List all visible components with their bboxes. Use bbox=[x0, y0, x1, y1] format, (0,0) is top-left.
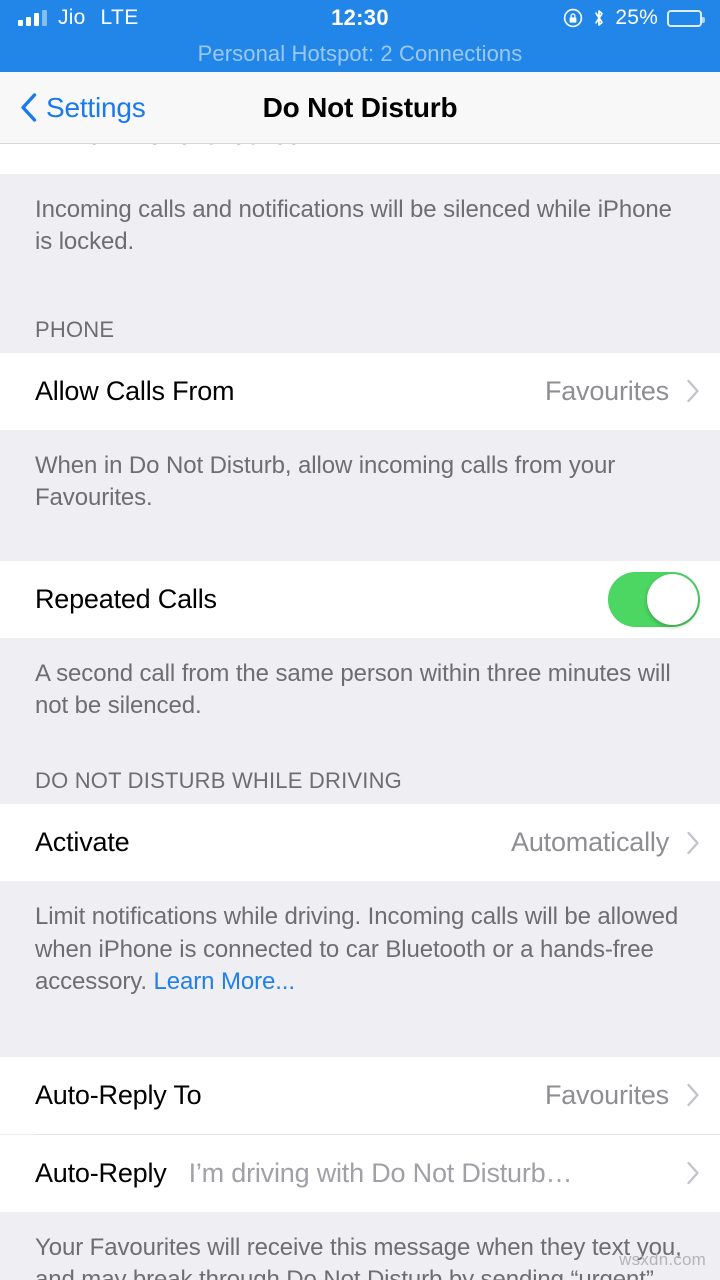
back-button-label: Settings bbox=[46, 91, 146, 123]
footer-auto-reply-description: Your Favourites will receive this messag… bbox=[0, 1211, 720, 1280]
row-label: Allow Calls From bbox=[35, 375, 235, 406]
footer-repeated-calls-description: A second call from the same person withi… bbox=[0, 637, 720, 769]
section-header-phone: PHONE bbox=[0, 316, 720, 353]
row-label: Activate bbox=[35, 827, 130, 858]
row-value: Favourites bbox=[544, 375, 669, 406]
navigation-bar: Settings Do Not Disturb bbox=[0, 72, 720, 144]
network-type-label: LTE bbox=[100, 6, 139, 29]
rotation-lock-icon bbox=[563, 8, 583, 28]
row-allow-calls-from[interactable]: Allow Calls From Favourites bbox=[0, 352, 720, 430]
iphone-screen: Jio LTE 12:30 25% Personal Hotspot: 2 Co… bbox=[0, 0, 720, 1280]
row-value: Automatically bbox=[511, 827, 669, 858]
footer-silence-description: Incoming calls and notifications will be… bbox=[0, 174, 720, 317]
watermark: wsxdn.com bbox=[619, 1250, 706, 1269]
toggle-knob bbox=[647, 573, 698, 625]
carrier-label: Jio bbox=[58, 6, 86, 29]
row-label: Auto-Reply bbox=[35, 1157, 167, 1188]
bluetooth-icon bbox=[592, 8, 606, 28]
status-bar-left: Jio LTE bbox=[18, 6, 139, 30]
chevron-right-icon bbox=[686, 831, 700, 855]
signal-bars-icon bbox=[18, 10, 47, 26]
chevron-right-icon bbox=[686, 1161, 700, 1185]
row-repeated-calls[interactable]: Repeated Calls bbox=[0, 560, 720, 638]
row-auto-reply[interactable]: Auto-Reply I’m driving with Do Not Distu… bbox=[0, 1134, 720, 1212]
repeated-calls-toggle[interactable] bbox=[608, 571, 700, 627]
row-value: I’m driving with Do Not Disturb… bbox=[188, 1157, 573, 1188]
footer-allow-calls-description: When in Do Not Disturb, allow incoming c… bbox=[0, 429, 720, 561]
settings-list[interactable]: While iPhone is locked Incoming calls an… bbox=[0, 144, 720, 1280]
section-header-driving: DO NOT DISTURB WHILE DRIVING bbox=[0, 768, 720, 805]
status-bar: Jio LTE 12:30 25% bbox=[0, 0, 720, 36]
row-label: While iPhone is locked bbox=[35, 144, 302, 151]
battery-icon bbox=[667, 9, 705, 27]
learn-more-link[interactable]: Learn More... bbox=[154, 968, 296, 995]
row-activate[interactable]: Activate Automatically bbox=[0, 804, 720, 882]
row-auto-reply-to[interactable]: Auto-Reply To Favourites bbox=[0, 1056, 720, 1134]
chevron-right-icon bbox=[686, 379, 700, 403]
footer-driving-text: Limit notifications while driving. Incom… bbox=[35, 903, 679, 996]
status-bar-right: 25% bbox=[563, 6, 705, 30]
chevron-left-icon bbox=[20, 93, 37, 122]
personal-hotspot-banner[interactable]: Personal Hotspot: 2 Connections bbox=[0, 36, 720, 72]
row-label: Repeated Calls bbox=[35, 583, 217, 614]
battery-percent-label: 25% bbox=[615, 6, 658, 29]
footer-driving-description: Limit notifications while driving. Incom… bbox=[0, 881, 720, 1057]
row-while-iphone-is-locked[interactable]: While iPhone is locked bbox=[0, 144, 720, 174]
chevron-right-icon bbox=[686, 1083, 700, 1107]
row-value: Favourites bbox=[544, 1079, 669, 1110]
row-label: Auto-Reply To bbox=[35, 1079, 202, 1110]
back-button[interactable]: Settings bbox=[0, 92, 146, 124]
